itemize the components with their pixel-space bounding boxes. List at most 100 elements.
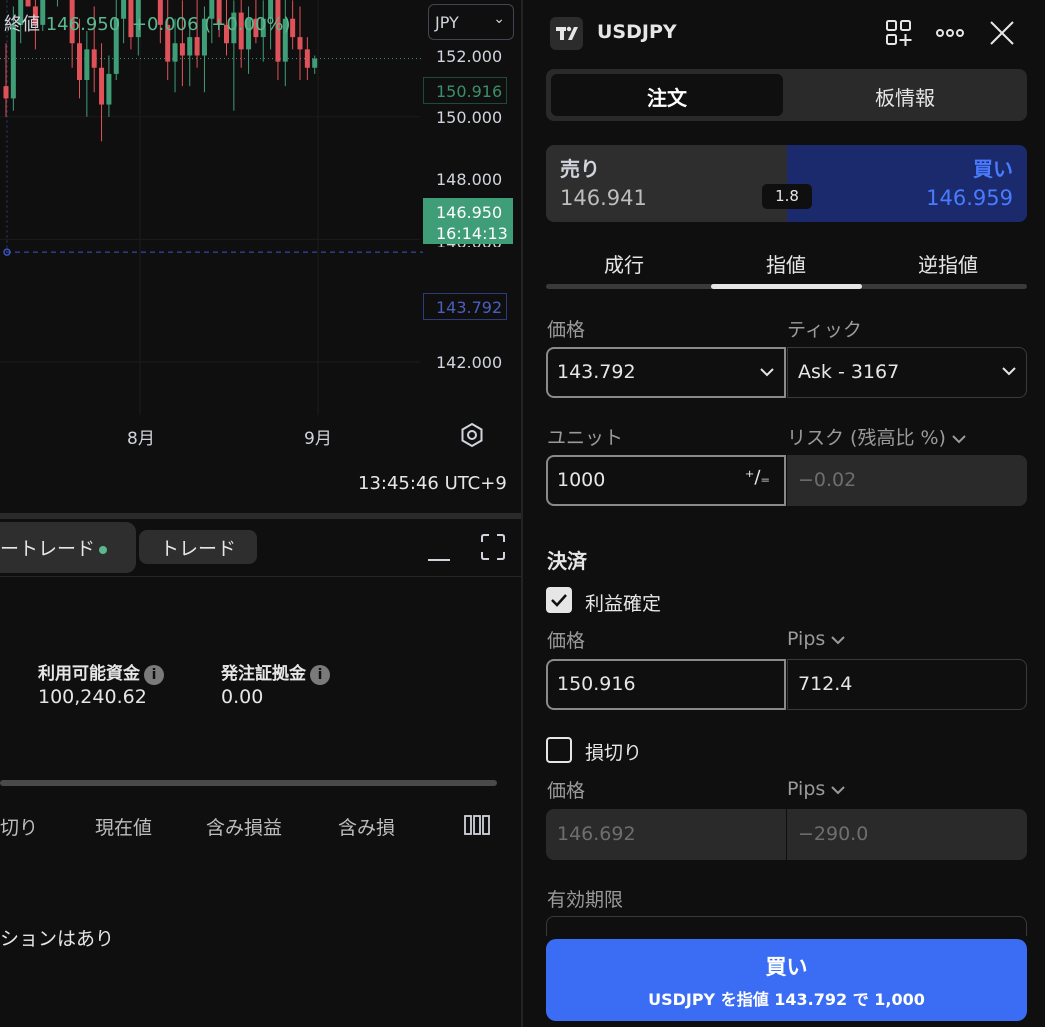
panel-resize-handle[interactable]	[0, 513, 522, 519]
symbol-title: USDJPY	[597, 21, 677, 43]
sl-pips-input[interactable]: −290.0	[787, 809, 1027, 860]
candle-body	[84, 49, 90, 81]
submit-main-label: 買い	[765, 955, 808, 979]
risk-label[interactable]: リスク (残高比 %)	[787, 423, 966, 450]
buy-price: 146.959	[926, 186, 1013, 210]
take-profit-checkbox[interactable]	[546, 587, 572, 613]
tab-paper-trade[interactable]: ートレード	[0, 522, 136, 573]
risk-input[interactable]: −0.02	[787, 455, 1027, 506]
column-header-unrealized-pnl[interactable]: 含み損益	[206, 813, 282, 840]
candle-body	[25, 0, 31, 7]
columns-settings-icon[interactable]	[464, 815, 490, 835]
settings-gear-icon[interactable]	[459, 422, 485, 448]
expiry-select[interactable]	[546, 916, 1027, 936]
column-header-stop-loss[interactable]: 切り	[0, 813, 38, 840]
margin-text: 発注証拠金	[221, 664, 306, 684]
margin-label: 発注証拠金 i	[221, 659, 330, 685]
tab-market[interactable]: 成行	[544, 249, 704, 278]
candle-body	[91, 49, 97, 68]
currency-select[interactable]: JPY ⌄	[428, 4, 514, 40]
sl-price-input[interactable]: 146.692	[546, 809, 786, 860]
info-icon[interactable]: i	[310, 665, 330, 685]
sl-pips-text: Pips	[787, 778, 826, 800]
price-value: 143.792	[557, 361, 636, 383]
chart-area: 終値 146.950 +0.006 (+0.00%) JPY ⌄ 152.000…	[0, 0, 522, 1027]
panel-tabs: 注文 板情報	[546, 69, 1027, 121]
info-icon[interactable]: i	[144, 665, 164, 685]
take-profit-price-tag[interactable]: 150.916	[423, 77, 507, 104]
time-axis-label: 9月	[304, 429, 332, 449]
stop-loss-checkbox[interactable]	[546, 737, 572, 763]
candle-body	[172, 43, 178, 62]
plus-minus-icon[interactable]: ⁺∕₌	[745, 467, 770, 488]
order-type-indicator	[711, 284, 862, 289]
bar-countdown: 16:14:13	[436, 224, 508, 243]
tick-select[interactable]: Ask - 3167	[787, 347, 1027, 398]
price-axis-label: 150.000	[436, 108, 503, 127]
price-axis-label: 142.000	[436, 353, 503, 372]
candle-body	[312, 58, 318, 68]
empty-positions-message: ションはあり	[0, 928, 115, 950]
candle-body	[187, 37, 193, 56]
tp-price-input[interactable]: 150.916	[546, 659, 786, 710]
tp-pips-label[interactable]: Pips	[787, 628, 846, 650]
candle-body	[106, 73, 112, 105]
available-funds-value: 100,240.62	[38, 686, 147, 708]
units-label: ユニット	[547, 427, 624, 449]
check-icon	[551, 594, 567, 607]
chevron-down-icon[interactable]	[760, 365, 774, 379]
more-options-icon[interactable]	[935, 18, 965, 48]
add-layout-icon[interactable]	[884, 18, 914, 48]
tab-stop[interactable]: 逆指値	[868, 249, 1028, 278]
chevron-down-icon	[1002, 367, 1016, 376]
units-input[interactable]: 1000 ⁺∕₌	[546, 455, 786, 506]
horizontal-scrollbar[interactable]	[0, 780, 497, 786]
candle-body	[3, 86, 9, 99]
sl-price-label: 価格	[547, 780, 586, 802]
buy-button[interactable]: 買い 146.959	[787, 145, 1027, 222]
tab-order-book[interactable]: 板情報	[787, 74, 1023, 116]
take-profit-label[interactable]: 利益確定	[585, 589, 661, 616]
tab-limit[interactable]: 指値	[706, 249, 866, 278]
last-price-tag: 146.950 16:14:13	[423, 198, 513, 244]
chevron-down-icon	[831, 786, 846, 795]
limit-price-tag[interactable]: 143.792	[423, 293, 507, 320]
close-label: 終値	[4, 14, 40, 35]
stop-loss-label[interactable]: 損切り	[585, 738, 642, 765]
ohlc-readout: 終値 146.950 +0.006 (+0.00%)	[4, 10, 291, 36]
minimize-icon[interactable]	[428, 548, 450, 562]
maximize-icon[interactable]	[481, 534, 505, 560]
available-funds-label: 利用可能資金 i	[38, 659, 164, 685]
close-icon[interactable]	[987, 18, 1017, 48]
divider-line	[0, 576, 522, 577]
exit-section-title: 決済	[547, 549, 587, 573]
sl-pips-label[interactable]: Pips	[787, 778, 846, 800]
tp-pips-input[interactable]: 712.4	[787, 659, 1027, 710]
column-header-current-price[interactable]: 現在値	[95, 813, 152, 840]
tab-trade[interactable]: トレード	[139, 530, 257, 564]
candle-body	[194, 37, 200, 56]
submit-buy-button[interactable]: 買い USDJPY を指値 143.792 で 1,000	[546, 939, 1027, 1021]
clock-timezone[interactable]: 13:45:46 UTC+9	[358, 473, 507, 494]
order-panel: USDJPY 注文 板情報 売り 146.941 買い 146.959 1.8 …	[523, 0, 1045, 1027]
sell-label: 売り	[560, 157, 600, 181]
tradingview-logo	[550, 17, 583, 50]
available-funds-text: 利用可能資金	[38, 664, 140, 684]
price-input[interactable]: 143.792	[546, 347, 786, 398]
time-axis-label: 8月	[127, 429, 155, 449]
sell-price: 146.941	[560, 186, 647, 210]
tick-value: Ask - 3167	[798, 361, 900, 383]
candle-body	[179, 43, 185, 56]
candle-body	[304, 49, 310, 68]
price-axis-label: 148.000	[436, 170, 503, 189]
units-value: 1000	[557, 469, 606, 491]
tab-label: ートレード	[0, 538, 96, 560]
chevron-down-icon	[831, 636, 846, 645]
column-header-unrealized-loss[interactable]: 含み損	[338, 813, 395, 840]
tab-order[interactable]: 注文	[551, 74, 783, 116]
submit-sub-label: USDJPY を指値 143.792 で 1,000	[648, 990, 925, 1009]
sell-button[interactable]: 売り 146.941	[546, 145, 787, 222]
price-axis-label: 152.000	[436, 47, 503, 66]
expiry-label: 有効期限	[547, 889, 624, 911]
margin-value: 0.00	[221, 686, 264, 708]
